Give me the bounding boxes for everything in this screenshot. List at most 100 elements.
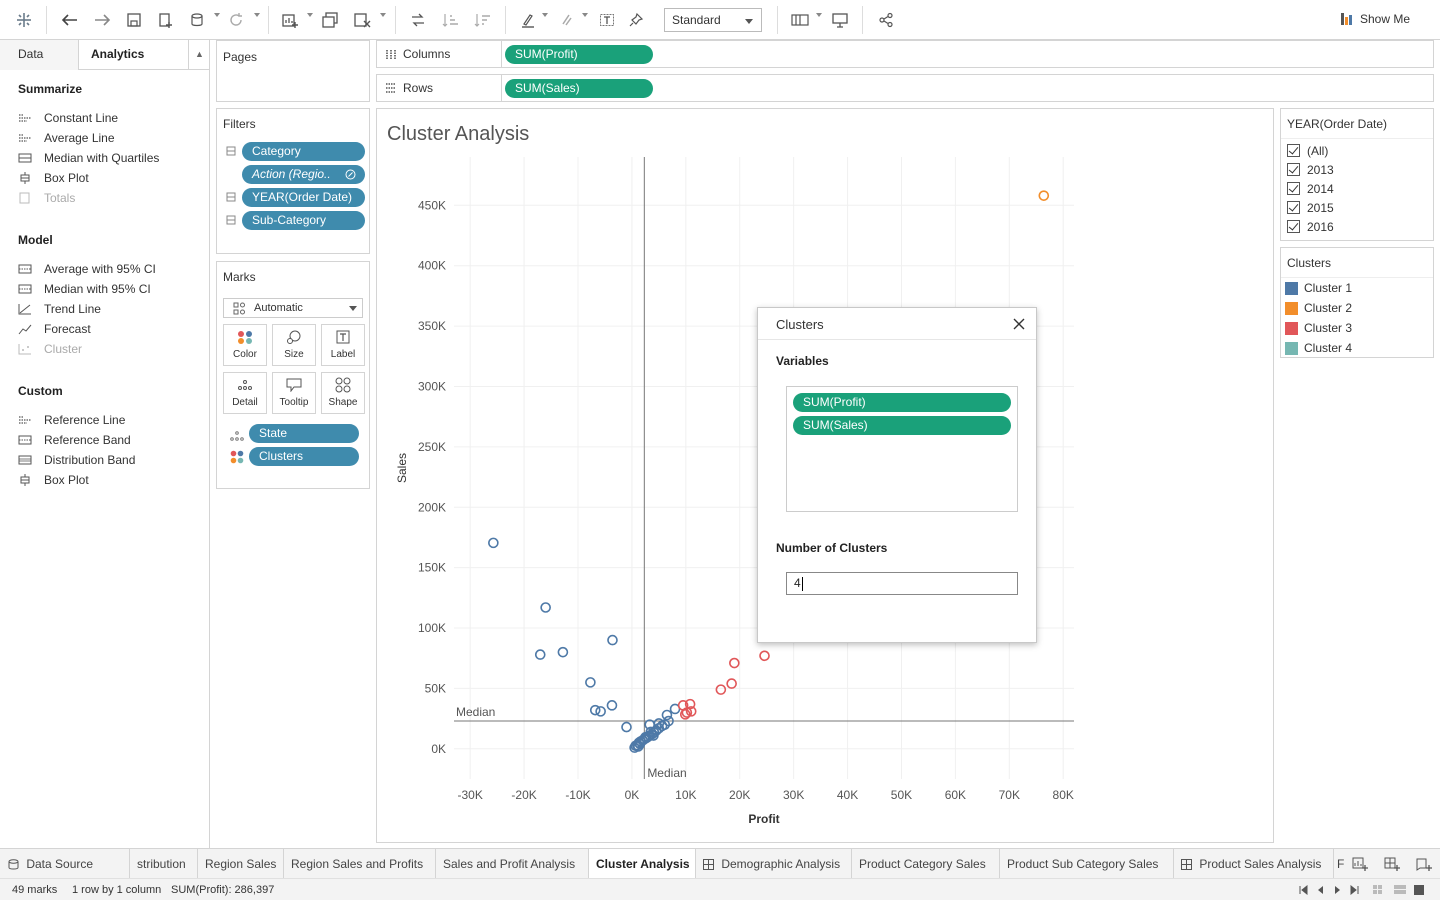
tab-data-source[interactable]: Data Source <box>0 849 130 879</box>
columns-shelf[interactable]: Columns SUM(Profit) <box>376 40 1434 68</box>
analytics-item-average-ci[interactable]: Average with 95% CI <box>18 261 156 277</box>
tab-analytics[interactable]: Analytics <box>80 40 188 70</box>
year-option-2013[interactable]: 2013 <box>1281 160 1433 179</box>
average-line-icon <box>19 134 31 142</box>
highlight-icon[interactable] <box>518 8 538 32</box>
year-option-all[interactable]: (All) <box>1281 141 1433 160</box>
marks-detail-button[interactable]: Detail <box>223 372 267 414</box>
clear-sheet-icon[interactable] <box>352 8 372 32</box>
checkbox-checked-icon[interactable] <box>1287 182 1300 195</box>
analytics-item-median-ci[interactable]: Median with 95% CI <box>18 281 151 297</box>
filters-shelf[interactable]: Filters Category Action (Regio.. YEAR(Or… <box>216 108 370 254</box>
show-me-button[interactable]: Show Me <box>1340 12 1410 26</box>
tab-demographic-analysis[interactable]: Demographic Analysis <box>696 849 852 879</box>
view-mode-icons[interactable] <box>1372 884 1428 896</box>
x-tick-label: -10K <box>565 788 590 802</box>
new-worksheet-icon[interactable] <box>280 8 300 32</box>
tab-cluster-analysis[interactable]: Cluster Analysis <box>589 849 696 879</box>
new-datasource-icon[interactable] <box>156 8 176 32</box>
presentation-mode-icon[interactable] <box>830 8 850 32</box>
new-worksheet-icon[interactable] <box>1352 857 1368 871</box>
tab-product-subcategory-sales[interactable]: Product Sub Category Sales <box>1000 849 1174 879</box>
checkbox-checked-icon[interactable] <box>1287 144 1300 157</box>
group-members-icon[interactable] <box>556 8 576 32</box>
mark-type-select[interactable]: Automatic <box>223 298 363 318</box>
tab-truncated[interactable]: F <box>1334 849 1348 879</box>
tab-product-category-sales[interactable]: Product Category Sales <box>852 849 1000 879</box>
checkbox-checked-icon[interactable] <box>1287 163 1300 176</box>
undo-icon[interactable] <box>60 8 80 32</box>
show-labels-icon[interactable] <box>597 8 617 32</box>
variables-list[interactable]: SUM(Profit) SUM(Sales) <box>786 386 1018 512</box>
refresh-icon[interactable] <box>226 8 246 32</box>
variable-pill-profit[interactable]: SUM(Profit) <box>793 393 1011 412</box>
marks-field-state[interactable]: State <box>249 424 359 443</box>
tab-sales-profit-analysis[interactable]: Sales and Profit Analysis <box>436 849 589 879</box>
rows-pill-sales[interactable]: SUM(Sales) <box>505 79 653 98</box>
sort-descending-icon[interactable] <box>472 8 492 32</box>
marks-field-clusters[interactable]: Clusters <box>249 447 359 466</box>
analytics-item-forecast[interactable]: Forecast <box>18 321 91 337</box>
marks-size-button[interactable]: Size <box>272 324 316 366</box>
sort-arrows-icon[interactable]: ▲ <box>188 40 210 70</box>
fix-axes-icon[interactable] <box>626 8 646 32</box>
share-icon[interactable] <box>876 8 896 32</box>
analytics-item-distribution-band[interactable]: Distribution Band <box>18 452 135 468</box>
marks-label-button[interactable]: Label <box>321 324 365 366</box>
columns-pill-profit[interactable]: SUM(Profit) <box>505 45 653 64</box>
analytics-item-box-plot[interactable]: Box Plot <box>18 170 89 186</box>
analytics-item-constant-line[interactable]: Constant Line <box>18 110 118 126</box>
variable-pill-sales[interactable]: SUM(Sales) <box>793 416 1011 435</box>
year-option-2016[interactable]: 2016 <box>1281 217 1433 236</box>
duplicate-sheet-icon[interactable] <box>320 8 340 32</box>
analytics-item-median-quartiles[interactable]: Median with Quartiles <box>18 150 159 166</box>
sort-ascending-icon[interactable] <box>440 8 460 32</box>
legend-item-cluster-4[interactable]: Cluster 4 <box>1281 338 1433 358</box>
redo-icon[interactable] <box>92 8 112 32</box>
analytics-item-totals[interactable]: Totals <box>18 190 75 206</box>
tab-region-sales[interactable]: Region Sales <box>198 849 284 879</box>
view-size-value: Standard <box>672 13 721 27</box>
filter-pill-category[interactable]: Category <box>242 142 365 161</box>
number-of-clusters-input[interactable]: 4 <box>786 572 1018 595</box>
checkbox-checked-icon[interactable] <box>1287 201 1300 214</box>
marks-tooltip-button[interactable]: Tooltip <box>272 372 316 414</box>
marks-shape-button[interactable]: Shape <box>321 372 365 414</box>
pages-shelf[interactable]: Pages <box>216 40 370 102</box>
analytics-item-reference-line[interactable]: Reference Line <box>18 412 125 428</box>
show-cards-icon[interactable] <box>790 8 810 32</box>
marks-color-button[interactable]: Color <box>223 324 267 366</box>
legend-item-cluster-1[interactable]: Cluster 1 <box>1281 278 1433 298</box>
filter-pill-action[interactable]: Action (Regio.. <box>242 165 365 184</box>
tab-region-sales-profits[interactable]: Region Sales and Profits <box>284 849 436 879</box>
new-dashboard-icon[interactable] <box>1384 857 1400 871</box>
tab-product-sales-analysis[interactable]: Product Sales Analysis <box>1174 849 1334 879</box>
summarize-heading: Summarize <box>18 82 83 96</box>
year-option-2015[interactable]: 2015 <box>1281 198 1433 217</box>
sheet-navigation-icon[interactable] <box>1298 885 1366 895</box>
checkbox-checked-icon[interactable] <box>1287 220 1300 233</box>
new-story-icon[interactable] <box>1416 857 1432 871</box>
legend-label: Cluster 1 <box>1304 281 1353 295</box>
analytics-item-reference-band[interactable]: Reference Band <box>18 432 131 448</box>
filter-pill-year[interactable]: YEAR(Order Date) <box>242 188 365 207</box>
close-icon[interactable] <box>1012 317 1026 331</box>
legend-item-cluster-3[interactable]: Cluster 3 <box>1281 318 1433 338</box>
pause-updates-icon[interactable] <box>188 8 208 32</box>
swap-rows-columns-icon[interactable] <box>408 8 428 32</box>
filter-pill-subcategory[interactable]: Sub-Category <box>242 211 365 230</box>
year-option-2014[interactable]: 2014 <box>1281 179 1433 198</box>
analytics-item-cluster[interactable]: Cluster <box>18 341 82 357</box>
analytics-item-average-line[interactable]: Average Line <box>18 130 115 146</box>
sheet-tab-label: Demographic Analysis <box>721 857 841 871</box>
filter-pill-label: Action (Regio.. <box>252 167 331 181</box>
analytics-item-custom-box-plot[interactable]: Box Plot <box>18 472 89 488</box>
tableau-logo-icon[interactable] <box>14 8 34 32</box>
save-icon[interactable] <box>124 8 144 32</box>
legend-item-cluster-2[interactable]: Cluster 2 <box>1281 298 1433 318</box>
tab-distribution[interactable]: stribution <box>130 849 198 879</box>
tab-data[interactable]: Data <box>0 40 79 70</box>
view-size-select[interactable]: Standard <box>664 8 762 32</box>
rows-shelf[interactable]: Rows SUM(Sales) <box>376 74 1434 102</box>
analytics-item-trend-line[interactable]: Trend Line <box>18 301 101 317</box>
